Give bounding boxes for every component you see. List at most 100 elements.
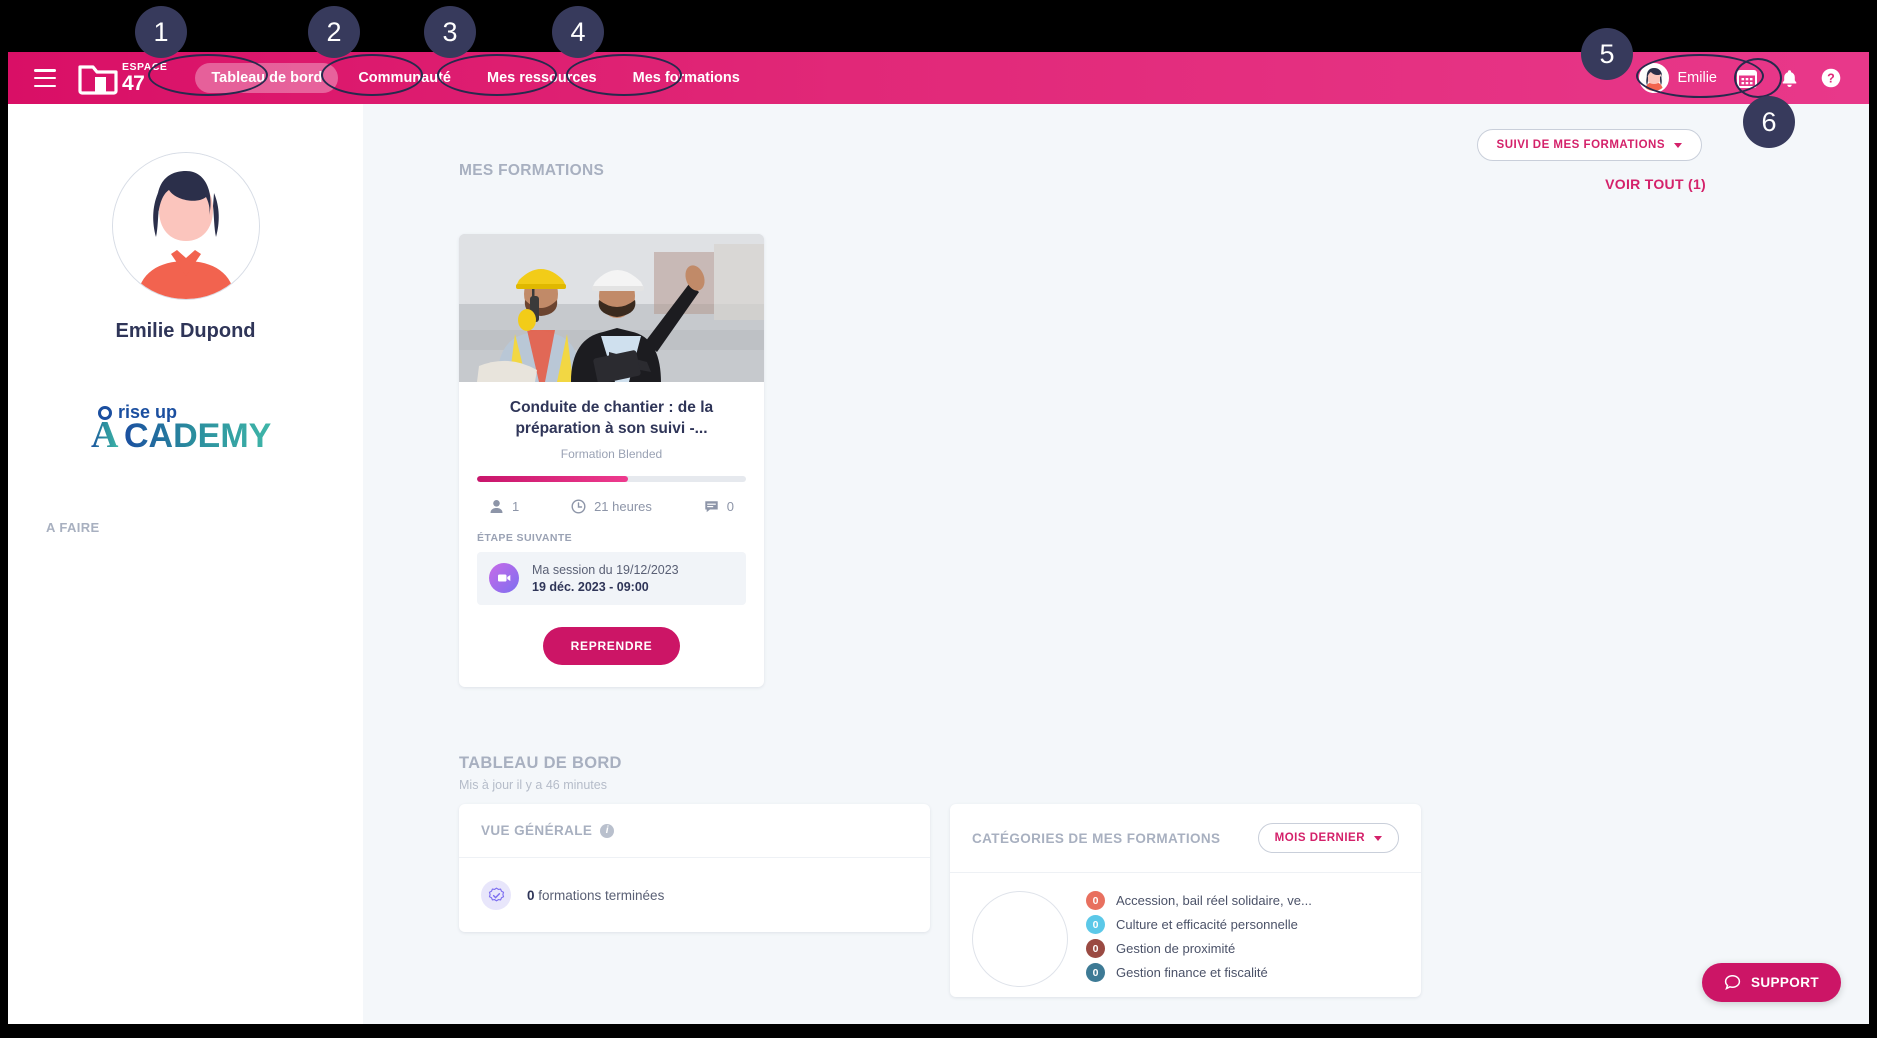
- categories-panel-title: CATÉGORIES DE MES FORMATIONS: [972, 830, 1221, 846]
- course-progress-bar: [477, 475, 746, 482]
- next-step-box[interactable]: Ma session du 19/12/2023 19 déc. 2023 - …: [477, 551, 746, 605]
- stat-duration: 21 heures: [571, 499, 652, 514]
- profile-avatar: [111, 152, 260, 300]
- academy-logo: rise up A CADEMY: [86, 395, 286, 458]
- overview-panel-title: VUE GÉNÉRALE: [481, 823, 593, 838]
- stat-comments: 0: [704, 499, 734, 514]
- sidebar: Emilie Dupond rise up A CADEMY A FAIRE: [8, 104, 363, 1024]
- avatar: [1638, 63, 1669, 93]
- annotation-badge-1: 1: [135, 6, 187, 58]
- annotation-badge-5: 5: [1581, 28, 1633, 80]
- stat-participants-value: 1: [512, 498, 520, 514]
- overview-panel-head: VUE GÉNÉRALE i: [459, 804, 930, 858]
- application-window: ESPACE 47 Tableau de bord Communauté Mes…: [8, 52, 1869, 1024]
- categories-panel-head: CATÉGORIES DE MES FORMATIONS MOIS DERNIE…: [950, 804, 1421, 873]
- brand-line2: 47: [122, 72, 145, 96]
- chat-bubble-icon: [1724, 975, 1741, 990]
- nav-item-mes-formations[interactable]: Mes formations: [617, 63, 756, 93]
- categories-list: 0 Accession, bail réel solidaire, ve... 0 C…: [1086, 887, 1399, 987]
- course-subtitle: Formation Blended: [560, 446, 663, 461]
- category-count-badge: 0: [1086, 915, 1105, 934]
- nav-links: Tableau de bord Communauté Mes ressource…: [195, 63, 755, 93]
- resume-button-wrap: REPRENDRE: [477, 626, 746, 665]
- overview-row-text: 0 formations terminées: [527, 888, 664, 903]
- next-step-texts: Ma session du 19/12/2023 19 déc. 2023 - …: [532, 563, 679, 594]
- support-button[interactable]: SUPPORT: [1701, 963, 1841, 1002]
- course-progress-fill: [477, 475, 628, 482]
- course-title: Conduite de chantier : de la préparation…: [509, 399, 714, 437]
- stat-comments-value: 0: [726, 498, 734, 514]
- voir-tout-link[interactable]: VOIR TOUT (1): [1605, 176, 1706, 192]
- clock-icon: [571, 499, 586, 514]
- categories-donut-chart: [972, 891, 1068, 987]
- category-row: 0 Gestion finance et fiscalité: [1086, 963, 1399, 982]
- overview-panel-title-wrap: VUE GÉNÉRALE i: [481, 823, 615, 838]
- todo-section-label: A FAIRE: [46, 520, 100, 535]
- person-icon: [490, 499, 503, 513]
- brand-wordmark: ESPACE 47: [122, 62, 167, 95]
- comment-icon: [705, 501, 718, 512]
- svg-text:?: ?: [1827, 72, 1835, 86]
- next-step-label: ÉTAPE SUIVANTE: [477, 531, 573, 544]
- category-name: Culture et efficacité personnelle: [1116, 917, 1298, 932]
- overview-panel: VUE GÉNÉRALE i 0 formations terminées: [459, 804, 930, 932]
- next-step-title: Ma session du 19/12/2023: [532, 562, 679, 577]
- category-row: 0 Culture et efficacité personnelle: [1086, 915, 1399, 934]
- help-icon[interactable]: ?: [1819, 66, 1843, 90]
- suivi-dropdown-label: SUIVI DE MES FORMATIONS: [1496, 139, 1665, 151]
- hamburger-icon[interactable]: [34, 69, 56, 87]
- espace47-mark-icon: [78, 61, 118, 95]
- nav-item-tableau-de-bord[interactable]: Tableau de bord: [195, 63, 339, 93]
- main-content: SUIVI DE MES FORMATIONS MES FORMATIONS V…: [363, 104, 1869, 1024]
- profile-name: Emilie Dupond: [115, 320, 256, 342]
- suivi-de-mes-formations-dropdown[interactable]: SUIVI DE MES FORMATIONS: [1476, 129, 1702, 161]
- category-name: Gestion de proximité: [1116, 941, 1236, 956]
- next-step-datetime: 19 déc. 2023 - 09:00: [532, 579, 649, 594]
- brand-logo[interactable]: ESPACE 47: [78, 61, 167, 95]
- dashboard-title: TABLEAU DE BORD: [459, 754, 622, 772]
- reprendre-button[interactable]: REPRENDRE: [542, 626, 681, 665]
- calendar-icon[interactable]: [1735, 66, 1759, 90]
- annotation-badge-6: 6: [1743, 96, 1795, 148]
- screenshot-root: ESPACE 47 Tableau de bord Communauté Mes…: [0, 0, 1877, 1038]
- category-count-badge: 0: [1086, 963, 1105, 982]
- video-session-icon: [489, 563, 519, 594]
- overview-count: 0: [527, 887, 535, 903]
- annotation-badge-4: 4: [552, 6, 604, 58]
- user-name-label: Emilie: [1677, 70, 1717, 86]
- annotation-badge-3: 3: [424, 6, 476, 58]
- category-name: Gestion finance et fiscalité: [1116, 965, 1268, 980]
- bell-icon[interactable]: [1777, 66, 1801, 90]
- navbar-right-group: Emilie ?: [1638, 63, 1843, 93]
- category-row: 0 Gestion de proximité: [1086, 939, 1399, 958]
- course-card[interactable]: Conduite de chantier : de la préparation…: [459, 234, 764, 687]
- stat-duration-value: 21 heures: [594, 498, 652, 514]
- chevron-down-icon: [1674, 142, 1682, 148]
- support-button-label: SUPPORT: [1750, 975, 1819, 990]
- brand-line1: ESPACE: [122, 60, 168, 73]
- nav-item-communaute[interactable]: Communauté: [342, 63, 467, 93]
- nav-item-mes-ressources[interactable]: Mes ressources: [471, 63, 613, 93]
- user-menu[interactable]: Emilie: [1638, 63, 1717, 93]
- dashboard-updated: Mis à jour il y a 46 minutes: [459, 778, 607, 792]
- course-stats: 1 21 heures 0: [477, 499, 746, 514]
- svg-text:A: A: [91, 414, 119, 453]
- course-card-body: Conduite de chantier : de la préparation…: [459, 382, 764, 687]
- mois-dernier-label: MOIS DERNIER: [1274, 832, 1365, 844]
- category-count-badge: 0: [1086, 939, 1105, 958]
- overview-row: 0 formations terminées: [459, 858, 930, 932]
- suivi-filter-row: SUIVI DE MES FORMATIONS: [1476, 129, 1702, 161]
- category-count-badge: 0: [1086, 891, 1105, 910]
- dashboard-heading: TABLEAU DE BORD Mis à jour il y a 46 min…: [459, 754, 622, 792]
- categories-panel: CATÉGORIES DE MES FORMATIONS MOIS DERNIE…: [950, 804, 1421, 997]
- categories-body: 0 Accession, bail réel solidaire, ve... 0 C…: [950, 873, 1421, 997]
- mes-formations-label: MES FORMATIONS: [459, 162, 605, 179]
- mois-dernier-dropdown[interactable]: MOIS DERNIER: [1257, 823, 1399, 853]
- category-name: Accession, bail réel solidaire, ve...: [1116, 893, 1312, 908]
- check-badge-icon: [481, 880, 511, 910]
- svg-text:CADEMY: CADEMY: [124, 417, 272, 453]
- stat-participants: 1: [489, 499, 519, 514]
- course-thumbnail: [459, 234, 764, 382]
- category-row: 0 Accession, bail réel solidaire, ve...: [1086, 891, 1399, 910]
- info-icon[interactable]: i: [600, 823, 615, 838]
